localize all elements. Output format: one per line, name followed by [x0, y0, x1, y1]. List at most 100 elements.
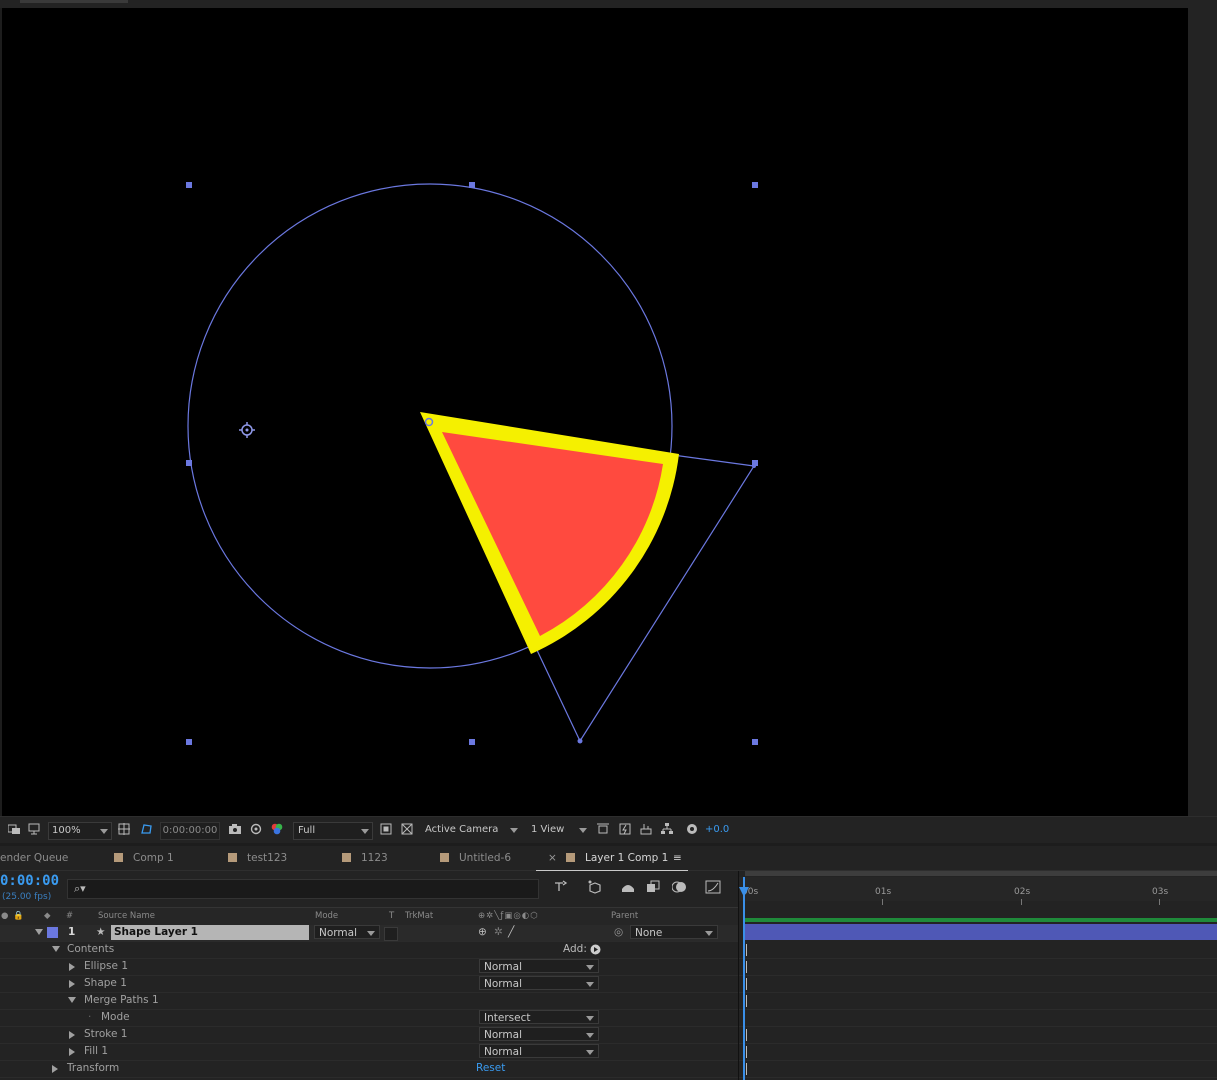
fast-previews-icon[interactable]: [619, 823, 631, 835]
property-name: Shape 1: [84, 977, 127, 989]
camera-dropdown[interactable]: Active Camera: [421, 822, 521, 838]
layer-search-input[interactable]: ⌕▾: [67, 879, 539, 899]
col-trkmat[interactable]: TrkMat: [405, 911, 433, 921]
grid-guide-icon[interactable]: [118, 823, 130, 835]
draft-3d-icon[interactable]: [587, 880, 603, 894]
property-row-fill-1[interactable]: Fill 1 Normal: [0, 1044, 738, 1061]
tab-label: Layer 1 Comp 1: [585, 852, 669, 864]
composition-canvas[interactable]: [2, 8, 1188, 816]
shy-layers-icon[interactable]: [620, 880, 636, 894]
mask-shape-path-icon[interactable]: [140, 823, 152, 835]
expand-triangle-icon[interactable]: [35, 929, 43, 935]
add-menu-icon[interactable]: [590, 944, 601, 955]
blend-mode-dropdown[interactable]: Normal: [479, 1027, 599, 1041]
monitor-icon[interactable]: [28, 823, 40, 835]
col-parent[interactable]: Parent: [611, 911, 638, 921]
expand-triangle-icon[interactable]: [68, 997, 76, 1003]
property-row-mode[interactable]: · Mode Intersect: [0, 1010, 738, 1027]
flowchart-icon[interactable]: [661, 823, 673, 835]
parent-dropdown[interactable]: None: [630, 925, 718, 939]
motion-blur-icon[interactable]: [672, 880, 688, 894]
chevron-down-icon: [705, 931, 713, 936]
pickwhip-icon[interactable]: ◎: [614, 926, 623, 938]
property-row-stroke-1[interactable]: Stroke 1 Normal: [0, 1027, 738, 1044]
frame-blending-icon[interactable]: [646, 880, 662, 894]
expand-triangle-icon[interactable]: [69, 1031, 75, 1039]
layer-name[interactable]: Shape Layer 1: [111, 925, 309, 940]
label-tag-icon[interactable]: ◆: [44, 911, 51, 921]
tab-label: Comp 1: [133, 852, 174, 864]
layer-column-header: ● 🔒 ◆ # Source Name Mode T TrkMat ⊕✲╲ƒ▣◎…: [0, 907, 738, 926]
tab-1123[interactable]: 1123: [342, 850, 388, 866]
expand-triangle-icon[interactable]: [69, 963, 75, 971]
layer-label-color[interactable]: [47, 927, 58, 938]
expand-triangle-icon[interactable]: [69, 980, 75, 988]
work-area-bar[interactable]: [745, 871, 1217, 876]
property-row-contents[interactable]: Contents Add:: [0, 942, 738, 959]
graph-editor-icon[interactable]: [705, 880, 721, 894]
expand-triangle-icon[interactable]: [52, 1065, 58, 1073]
collapse-switch-icon[interactable]: ✲: [494, 926, 503, 938]
property-row-shape-1[interactable]: Shape 1 Normal: [0, 976, 738, 993]
timeline-row: [739, 1010, 1217, 1027]
tab-layer-1-comp-1[interactable]: Layer 1 Comp 1: [535, 850, 689, 872]
composition-viewer[interactable]: [2, 8, 1188, 816]
zoom-dropdown[interactable]: 100%: [48, 822, 112, 840]
blend-mode-dropdown[interactable]: Normal: [479, 1044, 599, 1058]
video-switch-icon[interactable]: ●: [1, 911, 8, 921]
shy-switch-icon[interactable]: ⊕: [478, 926, 487, 938]
quality-switch-icon[interactable]: ╱: [508, 926, 514, 938]
property-row-merge-paths-1[interactable]: Merge Paths 1: [0, 993, 738, 1010]
panel-menu-icon[interactable]: ≡: [673, 850, 682, 866]
resolution-dropdown[interactable]: Full: [293, 822, 373, 840]
blend-mode-value: Normal: [484, 1029, 522, 1041]
tab-test123[interactable]: test123: [228, 850, 287, 866]
tab-untitled-6[interactable]: Untitled-6: [440, 850, 511, 866]
expand-triangle-icon[interactable]: [52, 946, 60, 952]
blend-mode-dropdown[interactable]: Normal: [479, 976, 599, 990]
panel-tab-nub[interactable]: [20, 0, 128, 3]
channel-rgb-icon[interactable]: [271, 823, 283, 835]
views-value: 1 View: [531, 824, 565, 835]
merge-mode-dropdown[interactable]: Intersect: [479, 1010, 599, 1024]
exposure-value[interactable]: +0.0: [705, 822, 729, 838]
region-of-interest-icon[interactable]: [380, 823, 392, 835]
bbox-handle: [752, 739, 758, 745]
current-time-indicator-head[interactable]: [739, 887, 749, 897]
layer-duration-bar[interactable]: [745, 924, 1217, 940]
timeline-controls: 0:00:00 (25.00 fps) ⌕▾: [0, 871, 738, 907]
current-time-indicator[interactable]: [743, 877, 745, 1080]
layer-mode-dropdown[interactable]: Normal: [314, 925, 380, 939]
tab-comp-1[interactable]: Comp 1: [114, 850, 174, 866]
transparency-grid-icon[interactable]: [401, 823, 413, 835]
reset-exposure-icon[interactable]: [686, 823, 698, 835]
timeline-graph[interactable]: 00s 01s 02s 03s: [738, 871, 1217, 1080]
close-tab-icon[interactable]: ×: [548, 850, 557, 866]
ruler-tick: [1159, 899, 1160, 905]
layer-row[interactable]: 1 ★ Shape Layer 1 Normal ⊕ ✲ ╱ ◎ None: [0, 925, 738, 942]
preserve-transparency-checkbox[interactable]: [384, 927, 398, 941]
expand-triangle-icon[interactable]: [69, 1048, 75, 1056]
show-snapshot-icon[interactable]: [250, 823, 262, 835]
property-row-ellipse-1[interactable]: Ellipse 1 Normal: [0, 959, 738, 976]
ruler-label: 01s: [875, 887, 892, 897]
timeline-current-time[interactable]: 0:00:00: [0, 873, 59, 889]
tab-label: Untitled-6: [459, 852, 512, 864]
col-source-name[interactable]: Source Name: [98, 911, 155, 921]
col-mode[interactable]: Mode: [315, 911, 338, 921]
time-ruler[interactable]: 00s 01s 02s 03s: [739, 877, 1217, 905]
tab-render-queue[interactable]: ender Queue: [0, 850, 68, 866]
timeline-icon[interactable]: [640, 823, 652, 835]
toggle-pixel-aspect-icon[interactable]: [597, 823, 609, 835]
snapshot-camera-icon[interactable]: [229, 823, 241, 835]
bbox-handle: [469, 739, 475, 745]
lock-icon[interactable]: 🔒: [13, 911, 24, 921]
chevron-down-icon: [361, 829, 369, 834]
views-dropdown[interactable]: 1 View: [528, 822, 590, 838]
blend-mode-dropdown[interactable]: Normal: [479, 959, 599, 973]
always-preview-icon[interactable]: [8, 823, 20, 835]
current-time[interactable]: 0:00:00:00: [160, 822, 220, 840]
comp-mini-flowchart-icon[interactable]: [554, 880, 570, 894]
reset-link[interactable]: Reset: [476, 1062, 505, 1074]
property-row-transform[interactable]: Transform Reset: [0, 1061, 738, 1078]
